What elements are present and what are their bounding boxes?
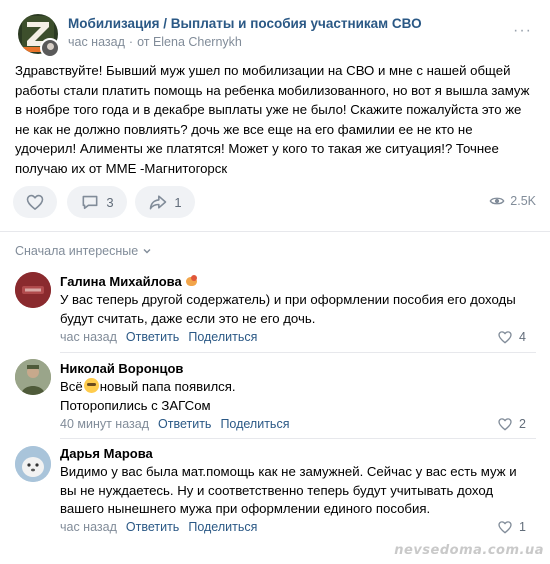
share-button[interactable]: 1 [135,186,195,218]
more-options-button[interactable]: ··· [513,22,532,40]
post-time[interactable]: час назад [68,35,125,49]
divider [0,231,550,232]
comment-time[interactable]: 40 минут назад [60,417,149,431]
share-link[interactable]: Поделиться [220,417,289,431]
share-icon [150,195,167,210]
post-author[interactable]: от Elena Chernykh [137,35,242,49]
heart-hands-emoji-icon [185,274,200,287]
comment-like-count: 2 [519,417,526,431]
views-counter: 2.5K [489,193,536,209]
heart-icon [498,521,512,534]
comment-text: Видимо у вас была мат.помощь как не заму… [60,464,517,516]
comment-item: Николай Воронцов Всё новый папа появился.… [0,352,550,436]
reply-link[interactable]: Ответить [126,520,179,534]
like-button[interactable] [13,186,57,218]
meta-separator: · [128,35,134,49]
post-actions: 3 1 2.5K [13,186,536,218]
share-count: 1 [174,194,182,210]
avatar-image-icon [15,272,51,308]
comment-count: 3 [106,194,114,210]
comment-author[interactable]: Галина Михайлова [60,274,200,289]
comment-like-button[interactable]: 1 [497,519,526,535]
comment-text: У вас теперь другой содержатель) и при о… [60,292,516,326]
comment-time[interactable]: час назад [60,520,117,534]
heart-icon [498,418,512,431]
comment-button[interactable]: 3 [67,186,127,218]
avatar[interactable] [15,359,51,395]
author-avatar[interactable] [40,38,60,58]
eye-icon [489,197,505,205]
post-text: Здравствуйте! Бывший муж ушел по мобилиз… [15,63,530,176]
avatar[interactable] [15,446,51,482]
comment-like-button[interactable]: 4 [497,329,526,345]
group-title[interactable]: Мобилизация / Выплаты и пособия участник… [68,16,422,31]
grimacing-emoji-icon [83,378,99,393]
chevron-down-icon [143,249,151,254]
comment-text-end: новый папа появился. [99,379,236,394]
sort-label: Сначала интересные [15,244,139,258]
avatar-image-icon [15,446,51,482]
comment-like-count: 1 [519,520,526,534]
comment-text-start: Всё [60,379,83,394]
comment-item: Галина Михайлова У вас теперь другой сод… [0,266,550,350]
views-count: 2.5K [510,194,536,208]
comment-text-line2: Поторопились с ЗАГСом [60,397,211,413]
comment-like-button[interactable]: 2 [497,416,526,432]
comment-author-name[interactable]: Дарья Марова [60,446,153,461]
watermark: nevsedoma.com.ua [394,543,544,558]
heart-icon [498,331,512,344]
avatar-image-icon [15,359,51,395]
heart-icon [26,194,44,210]
post-header: Мобилизация / Выплаты и пособия участник… [14,12,536,58]
comment-footer: 40 минут назад Ответить Поделиться [60,417,289,431]
reply-link[interactable]: Ответить [126,330,179,344]
comment-author-name[interactable]: Николай Воронцов [60,361,183,376]
comment-item: Дарья Марова Видимо у вас была мат.помощ… [0,438,550,542]
comment-footer: час назад Ответить Поделиться [60,520,257,534]
comment-footer: час назад Ответить Поделиться [60,330,257,344]
avatar[interactable] [15,272,51,308]
post-meta: час назад · от Elena Chernykh [68,35,242,49]
comment-author-name: Галина Михайлова [60,274,182,289]
comment-like-count: 4 [519,330,526,344]
share-link[interactable]: Поделиться [188,520,257,534]
comment-time[interactable]: час назад [60,330,117,344]
comment-icon [82,195,98,210]
reply-link[interactable]: Ответить [158,417,211,431]
comment-text: Всё новый папа появился. Поторопились с З… [60,378,530,415]
comments-sort-dropdown[interactable]: Сначала интересные [15,244,152,258]
share-link[interactable]: Поделиться [188,330,257,344]
